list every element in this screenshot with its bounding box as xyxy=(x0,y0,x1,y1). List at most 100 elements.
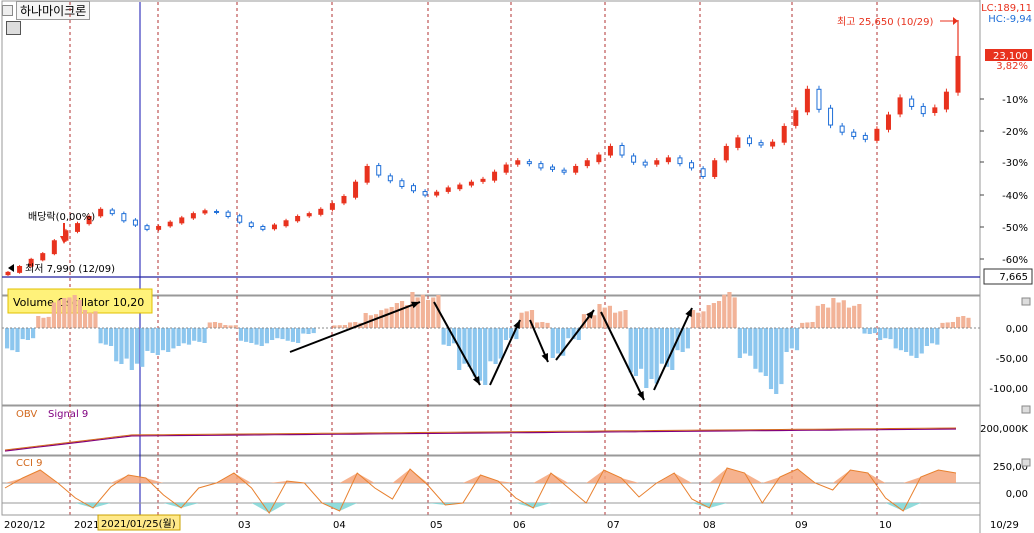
vo-bar xyxy=(935,328,940,345)
candlestick xyxy=(503,164,509,173)
vo-bar xyxy=(696,312,701,328)
candlestick xyxy=(329,203,335,210)
pct-tick-label: -10% xyxy=(1002,95,1028,106)
vo-bar xyxy=(301,328,306,334)
vo-bar xyxy=(51,302,56,328)
vo-bar xyxy=(394,303,399,328)
vo-bar xyxy=(467,328,472,367)
vo-tick-label: 0,00 xyxy=(1006,324,1028,335)
candlestick xyxy=(492,171,498,181)
vo-bar xyxy=(207,322,212,328)
vo-bar xyxy=(103,328,108,345)
vo-bar xyxy=(420,294,425,328)
vo-bar xyxy=(379,310,384,328)
vo-bar xyxy=(597,304,602,328)
cci-line xyxy=(4,467,957,514)
vo-bar xyxy=(711,303,716,328)
vo-bar xyxy=(119,328,124,364)
vo-bar xyxy=(592,315,597,328)
candlestick xyxy=(758,142,764,146)
candlestick xyxy=(793,110,799,126)
candlestick xyxy=(283,220,289,227)
vo-bar xyxy=(945,322,950,328)
candlestick xyxy=(700,168,706,177)
vo-bar xyxy=(425,299,431,328)
candlestick xyxy=(839,125,845,133)
vo-bar xyxy=(41,317,46,328)
candlestick xyxy=(179,217,185,224)
cci-oversold-fill xyxy=(5,503,956,513)
vo-bar xyxy=(98,328,103,344)
candlestick xyxy=(828,107,834,126)
vo-bar xyxy=(524,311,529,328)
panel-close-icon[interactable] xyxy=(1021,405,1031,414)
low-arrow-head xyxy=(8,264,14,272)
candlestick xyxy=(468,181,474,186)
vo-bar xyxy=(124,328,129,359)
candlestick xyxy=(932,107,938,114)
candlestick xyxy=(17,265,23,273)
candlestick xyxy=(746,137,752,145)
vo-bar xyxy=(244,328,249,342)
vo-bar xyxy=(93,311,98,328)
candlestick xyxy=(642,161,648,166)
vo-bar xyxy=(961,316,966,328)
vo-bar xyxy=(898,328,904,351)
candlestick xyxy=(897,97,903,115)
pct-tick-label: -50% xyxy=(1002,223,1028,234)
vo-bar xyxy=(10,328,15,351)
vo-bar xyxy=(36,316,41,328)
vo-bar xyxy=(270,328,275,340)
vo-bar xyxy=(753,328,758,369)
vo-bar xyxy=(607,305,613,328)
candlestick xyxy=(851,131,857,137)
candlestick xyxy=(712,160,718,177)
vo-bar xyxy=(826,307,831,328)
pct-tick-label: -20% xyxy=(1002,127,1028,138)
panel-close-icon[interactable] xyxy=(1021,297,1031,306)
candlestick xyxy=(202,210,208,214)
candlestick xyxy=(550,166,556,170)
vo-bar xyxy=(30,328,36,339)
vo-bar xyxy=(930,328,935,344)
x-tick-label: 2020/12 xyxy=(4,520,46,531)
vo-bar xyxy=(613,312,618,328)
vo-bar xyxy=(249,328,254,343)
vo-bar xyxy=(202,328,207,343)
vo-bar xyxy=(384,308,389,328)
vo-bar xyxy=(758,328,763,373)
x-tick-label: 06 xyxy=(513,520,526,531)
vo-bar xyxy=(748,328,753,356)
candlestick xyxy=(109,209,115,215)
vo-bar xyxy=(800,322,805,328)
vo-bar xyxy=(857,304,862,328)
vo-bar xyxy=(275,328,280,339)
candlestick xyxy=(167,221,173,227)
vo-bar xyxy=(140,328,145,367)
vo-tick-label: -100,00 xyxy=(989,384,1028,395)
candlestick xyxy=(51,240,57,255)
vo-bar xyxy=(56,300,62,328)
vo-bar xyxy=(768,328,774,390)
vo-bar xyxy=(867,328,872,334)
candlestick xyxy=(723,145,729,161)
vo-bar xyxy=(841,300,846,328)
candlestick xyxy=(457,184,463,190)
chart-svg[interactable]: -10% -20% -30% -40% -50% -60% LC:189,11HC:-9,9… xyxy=(0,0,1034,533)
vo-bar xyxy=(535,322,540,328)
vo-bar xyxy=(966,317,971,328)
candlestick xyxy=(214,210,220,213)
candlestick xyxy=(584,160,590,167)
vo-bar xyxy=(862,328,867,334)
vo-bar xyxy=(815,305,820,328)
vo-bar xyxy=(150,328,155,353)
x-tick-label: 05 xyxy=(430,520,443,531)
candlestick xyxy=(770,141,776,147)
vo-bar xyxy=(77,299,82,328)
vo-bar xyxy=(82,310,88,328)
vo-bar xyxy=(171,328,176,349)
panel-close-icon[interactable] xyxy=(1021,458,1031,467)
vo-bar xyxy=(654,328,659,384)
vo-bar xyxy=(550,328,555,358)
candlestick xyxy=(619,145,625,156)
